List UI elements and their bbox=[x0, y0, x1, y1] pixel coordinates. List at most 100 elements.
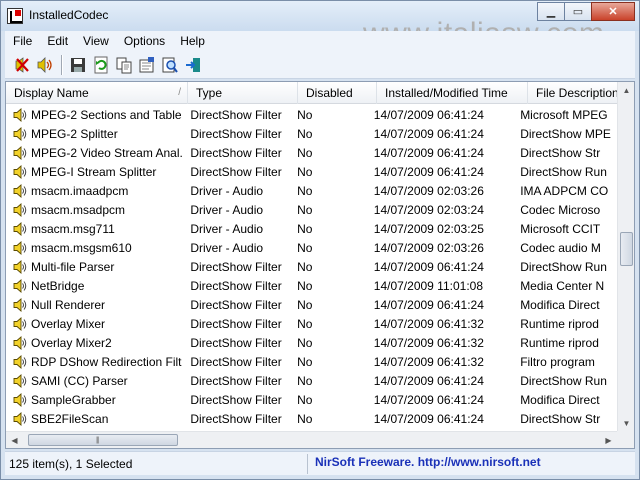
cell-display-name: Multi-file Parser bbox=[6, 259, 182, 275]
scroll-up-arrow[interactable]: ▲ bbox=[618, 82, 634, 99]
toolbar-separator bbox=[61, 54, 63, 75]
save-button[interactable] bbox=[67, 54, 89, 76]
cell-disabled: No bbox=[297, 411, 313, 426]
codec-speaker-icon bbox=[13, 126, 27, 141]
codec-list[interactable]: Display Name / Type Disabled Installed/Mo… bbox=[5, 81, 635, 449]
minimize-button[interactable]: ▁ bbox=[537, 2, 565, 21]
cell-display-name: SampleGrabber bbox=[6, 392, 182, 408]
scroll-grip-icon: ||| bbox=[96, 437, 100, 444]
cell-file-description: Codec audio M bbox=[520, 240, 601, 255]
table-row[interactable]: MPEG-I Stream Splitter DirectShow Filter N… bbox=[6, 162, 617, 181]
cell-disabled: No bbox=[297, 354, 313, 369]
status-bar: 125 item(s), 1 Selected NirSoft Freeware… bbox=[5, 451, 635, 475]
save-icon bbox=[71, 57, 85, 72]
cell-file-description: Media Center N bbox=[520, 278, 605, 293]
table-row[interactable]: RDP DShow Redirection Filter DirectShow F… bbox=[6, 352, 617, 371]
find-button[interactable] bbox=[159, 54, 181, 76]
properties-icon bbox=[139, 56, 154, 72]
maximize-button[interactable]: ▭ bbox=[564, 2, 592, 21]
delete-button[interactable] bbox=[11, 54, 33, 76]
column-header-installed-time[interactable]: Installed/Modified Time bbox=[377, 82, 528, 104]
horizontal-scroll-thumb[interactable]: ||| bbox=[28, 434, 178, 446]
cell-file-description: Codec Microso bbox=[520, 202, 601, 217]
table-row[interactable]: msacm.msgsm610 Driver - Audio No 14/07/2009… bbox=[6, 238, 617, 257]
disable-button[interactable] bbox=[34, 54, 56, 76]
cell-installed-time: 14/07/2009 06:41:32 bbox=[373, 316, 484, 331]
close-button[interactable]: ✕ bbox=[591, 2, 635, 21]
cell-type: Driver - Audio bbox=[190, 221, 264, 236]
nirsoft-link[interactable]: NirSoft Freeware. http://www.nirsoft.net bbox=[315, 455, 541, 469]
menu-view[interactable]: View bbox=[75, 34, 116, 48]
menu-edit[interactable]: Edit bbox=[39, 34, 75, 48]
display-name-text: Null Renderer bbox=[31, 297, 106, 312]
cell-installed-time: 14/07/2009 06:41:32 bbox=[373, 354, 484, 369]
codec-speaker-icon bbox=[13, 278, 27, 293]
cell-display-name: Overlay Mixer2 bbox=[6, 335, 182, 351]
cell-display-name: msacm.imaadpcm bbox=[6, 183, 182, 199]
cell-type: Driver - Audio bbox=[190, 183, 264, 198]
codec-speaker-icon bbox=[13, 240, 27, 255]
scroll-left-arrow[interactable]: ◀ bbox=[6, 432, 23, 448]
list-rows: MPEG-2 Sections and Tables DirectShow Fil… bbox=[6, 105, 617, 428]
codec-speaker-icon bbox=[13, 145, 27, 160]
title-bar[interactable]: InstalledCodec www.italiasw.com ▁ ▭ ✕ bbox=[1, 1, 639, 50]
cell-installed-time: 14/07/2009 06:41:24 bbox=[373, 164, 484, 179]
column-header-type[interactable]: Type bbox=[188, 82, 298, 104]
display-name-text: MPEG-I Stream Splitter bbox=[31, 164, 157, 179]
cell-installed-time: 14/07/2009 06:41:24 bbox=[373, 373, 484, 388]
table-row[interactable]: Overlay Mixer DirectShow Filter No 14/07/20… bbox=[6, 314, 617, 333]
display-name-text: RDP DShow Redirection Filter bbox=[31, 354, 183, 369]
column-header-display-name[interactable]: Display Name / bbox=[6, 82, 188, 104]
exit-icon bbox=[186, 57, 200, 72]
table-row[interactable]: MPEG-2 Sections and Tables DirectShow Fil… bbox=[6, 105, 617, 124]
table-row[interactable]: msacm.msg711 Driver - Audio No 14/07/2009 0… bbox=[6, 219, 617, 238]
codec-speaker-icon bbox=[13, 259, 27, 274]
menu-help[interactable]: Help bbox=[172, 34, 212, 48]
table-row[interactable]: Overlay Mixer2 DirectShow Filter No 14/07/2… bbox=[6, 333, 617, 352]
table-row[interactable]: msacm.imaadpcm Driver - Audio No 14/07/2009… bbox=[6, 181, 617, 200]
cell-type: DirectShow Filter bbox=[190, 107, 282, 122]
scroll-down-arrow[interactable]: ▼ bbox=[618, 415, 634, 432]
window-title: InstalledCodec bbox=[29, 8, 109, 22]
cell-disabled: No bbox=[297, 164, 313, 179]
cell-file-description: Modifica Direct bbox=[520, 297, 600, 312]
vertical-scrollbar[interactable]: ▲ ▼ bbox=[617, 82, 634, 432]
cell-installed-time: 14/07/2009 06:41:24 bbox=[373, 145, 484, 160]
cell-display-name: MPEG-I Stream Splitter bbox=[6, 164, 182, 180]
copy-button[interactable] bbox=[113, 54, 135, 76]
status-divider bbox=[307, 454, 308, 474]
table-row[interactable]: NetBridge DirectShow Filter No 14/07/2009 1… bbox=[6, 276, 617, 295]
refresh-icon bbox=[94, 56, 108, 73]
cell-type: Driver - Audio bbox=[190, 240, 264, 255]
table-row[interactable]: MPEG-2 Video Stream Anal... DirectShow Fi… bbox=[6, 143, 617, 162]
cell-file-description: DirectShow Run bbox=[520, 164, 607, 179]
exit-button[interactable] bbox=[182, 54, 204, 76]
column-header-disabled[interactable]: Disabled bbox=[298, 82, 377, 104]
table-row[interactable]: SBE2FileScan DirectShow Filter No 14/07/200… bbox=[6, 409, 617, 428]
cell-display-name: MPEG-2 Video Stream Anal... bbox=[6, 145, 182, 161]
table-row[interactable]: SAMI (CC) Parser DirectShow Filter No 14/07… bbox=[6, 371, 617, 390]
app-icon[interactable] bbox=[7, 8, 23, 24]
app-window: InstalledCodec www.italiasw.com ▁ ▭ ✕ Fi… bbox=[0, 0, 640, 480]
table-row[interactable]: msacm.msadpcm Driver - Audio No 14/07/2009 … bbox=[6, 200, 617, 219]
cell-installed-time: 14/07/2009 06:41:24 bbox=[373, 107, 484, 122]
display-name-text: MPEG-2 Splitter bbox=[31, 126, 118, 141]
menu-file[interactable]: File bbox=[5, 34, 39, 48]
table-row[interactable]: Multi-file Parser DirectShow Filter No 14/0… bbox=[6, 257, 617, 276]
display-name-text: SAMI (CC) Parser bbox=[31, 373, 128, 388]
codec-speaker-icon bbox=[13, 335, 27, 350]
display-name-text: msacm.msadpcm bbox=[31, 202, 126, 217]
close-icon: ✕ bbox=[608, 6, 618, 18]
table-row[interactable]: MPEG-2 Splitter DirectShow Filter No 14/07/… bbox=[6, 124, 617, 143]
refresh-button[interactable] bbox=[90, 54, 112, 76]
menu-options[interactable]: Options bbox=[116, 34, 172, 48]
cell-installed-time: 14/07/2009 06:41:24 bbox=[373, 297, 484, 312]
horizontal-scrollbar[interactable]: ◀ ||| ▶ bbox=[6, 431, 634, 448]
properties-button[interactable] bbox=[136, 54, 158, 76]
table-row[interactable]: Null Renderer DirectShow Filter No 14/07/20… bbox=[6, 295, 617, 314]
cell-type: DirectShow Filter bbox=[190, 392, 282, 407]
table-row[interactable]: SampleGrabber DirectShow Filter No 14/07/20… bbox=[6, 390, 617, 409]
vertical-scroll-thumb[interactable] bbox=[620, 232, 633, 266]
cell-disabled: No bbox=[297, 183, 313, 198]
scroll-right-arrow[interactable]: ▶ bbox=[600, 432, 617, 448]
